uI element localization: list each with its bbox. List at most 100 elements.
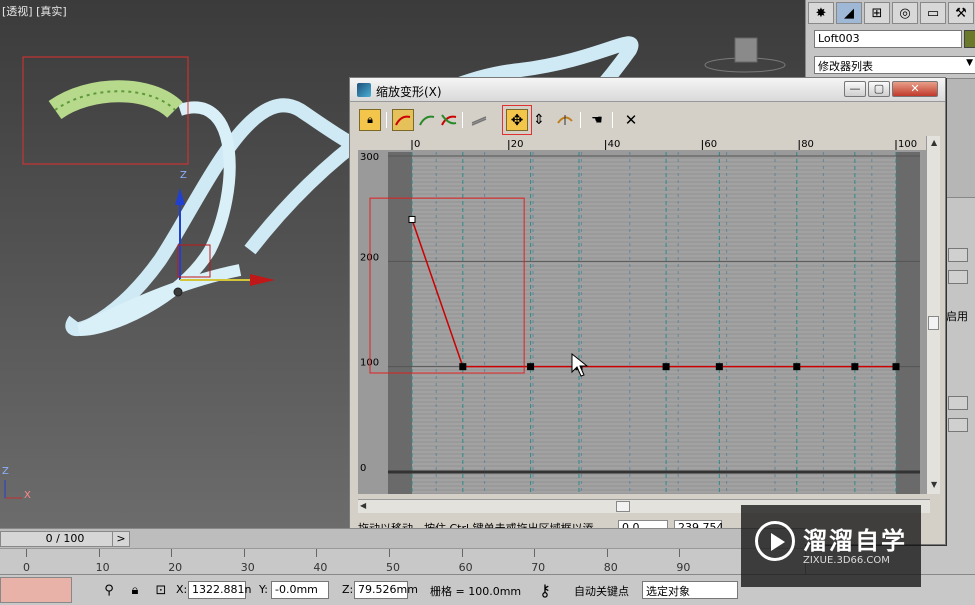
gizmo-z-label: Z: [180, 170, 187, 181]
y-coordinate-field[interactable]: -0.0mm: [271, 581, 329, 599]
control-point[interactable]: [527, 363, 535, 371]
pin-icon[interactable]: ⚲: [100, 581, 118, 599]
y-tick-label: 300: [360, 152, 379, 163]
time-tick-label: 50: [386, 561, 400, 574]
viewcube[interactable]: [734, 37, 758, 63]
loft-tail: [77, 101, 242, 336]
title-bar[interactable]: 缩放变形(X) — ▢ ✕: [350, 78, 945, 102]
maximize-button[interactable]: ▢: [868, 81, 890, 97]
time-tick-mark: [98, 549, 100, 557]
insert-corner-point-button[interactable]: [554, 109, 576, 131]
deformation-graph[interactable]: 0 20 40 60 80 100 300 200 100 0: [358, 136, 930, 494]
control-point[interactable]: [851, 363, 859, 371]
swap-curves-button[interactable]: [468, 109, 490, 131]
hierarchy-icon: ⊞: [871, 5, 883, 21]
auto-key-button[interactable]: 自动关键点: [574, 583, 629, 599]
delete-control-point-button[interactable]: ✕: [620, 109, 642, 131]
modify-tab[interactable]: ◢: [836, 2, 862, 24]
lock-selection-icon[interactable]: 🔒︎: [126, 581, 144, 599]
dialog-toolbar: 🔒︎ ✥ ⇕ ☚ ✕: [356, 105, 940, 135]
vertical-scroll-thumb[interactable]: [928, 316, 939, 330]
minimize-button[interactable]: —: [844, 81, 866, 97]
move-icon: ✥: [510, 111, 524, 129]
reset-curve-button[interactable]: ☚: [586, 109, 608, 131]
panel-control[interactable]: [948, 418, 968, 432]
x-tick-label: 100: [898, 139, 917, 150]
selection-set-field[interactable]: 选定对象: [642, 581, 738, 599]
modify-icon: ◢: [844, 5, 854, 21]
move-control-point-button[interactable]: ✥: [502, 105, 532, 135]
display-x-axis-button[interactable]: [392, 109, 414, 131]
time-tick-mark: [316, 549, 318, 557]
vertical-scrollbar[interactable]: ▲ ▼: [926, 136, 940, 494]
modifier-list-label: 修改器列表: [818, 60, 873, 73]
dialog-title: 缩放变形(X): [376, 85, 442, 99]
horizontal-scroll-thumb[interactable]: [616, 501, 630, 512]
enable-label: 启用: [946, 310, 968, 323]
object-name-field[interactable]: Loft003: [814, 30, 962, 48]
app-icon: [357, 83, 371, 97]
time-slider[interactable]: 0 / 100: [0, 531, 130, 547]
watermark-url: ZIXUE.3D66.COM: [803, 555, 890, 566]
control-point[interactable]: [892, 363, 900, 371]
control-point[interactable]: [459, 363, 467, 371]
create-tab[interactable]: ✸: [808, 2, 834, 24]
maxscript-listener[interactable]: [0, 577, 72, 603]
gizmo-x-arrow: [250, 274, 275, 286]
graph-x-ruler: [358, 136, 930, 150]
x-tick-label: 80: [801, 139, 814, 150]
graph-canvas[interactable]: 0 20 40 60 80 1003002001000: [358, 136, 930, 494]
scale-control-point-button[interactable]: ⇕: [528, 109, 550, 131]
close-button[interactable]: ✕: [892, 81, 938, 97]
display-tab[interactable]: ▭: [920, 2, 946, 24]
time-tick-label: 70: [531, 561, 546, 574]
viewport-label[interactable]: [透视] [真实]: [2, 3, 67, 19]
time-tick-label: 90: [676, 561, 691, 574]
utilities-tab[interactable]: ⚒: [948, 2, 974, 24]
scale-deformation-dialog[interactable]: 缩放变形(X) — ▢ ✕ 🔒︎ ✥ ⇕ ☚ ✕ 0 20 40 60 80 1…: [349, 77, 946, 545]
panel-control[interactable]: [948, 248, 968, 262]
display-y-axis-button[interactable]: [416, 109, 438, 131]
motion-icon: ◎: [899, 5, 911, 21]
panel-control[interactable]: [948, 270, 968, 284]
grid-size-label: 栅格 = 100.0mm: [430, 585, 522, 598]
hierarchy-tab[interactable]: ⊞: [864, 2, 890, 24]
control-point[interactable]: [793, 363, 801, 371]
time-tick-label: 40: [313, 561, 328, 574]
scroll-down-icon[interactable]: ▼: [931, 480, 937, 489]
scroll-up-icon[interactable]: ▲: [931, 138, 937, 147]
chevron-down-icon: ▼: [966, 58, 973, 68]
timeline[interactable]: 0 / 100 >: [0, 528, 805, 548]
x-tick-label: 20: [511, 139, 524, 150]
control-point[interactable]: [715, 363, 723, 371]
time-tick-label: 30: [240, 561, 255, 574]
control-point[interactable]: [408, 215, 416, 223]
play-icon: [771, 533, 785, 551]
time-tick-label: 0: [23, 561, 30, 574]
z-coordinate-field[interactable]: 79.526mm: [354, 581, 418, 599]
utilities-icon: ⚒: [955, 5, 967, 21]
control-point[interactable]: [662, 363, 670, 371]
x-tick-label: 40: [608, 139, 621, 150]
watermark-title: 溜溜自学: [803, 527, 907, 555]
time-tick-mark: [606, 549, 608, 557]
watermark-logo: [755, 521, 795, 561]
display-xy-axes-button[interactable]: [438, 109, 460, 131]
next-frame-button[interactable]: >: [112, 531, 130, 547]
watermark: 溜溜自学 ZIXUE.3D66.COM: [741, 505, 921, 587]
motion-tab[interactable]: ◎: [892, 2, 918, 24]
panel-control[interactable]: [948, 396, 968, 410]
gizmo-pivot: [173, 287, 183, 297]
time-ruler[interactable]: 0 10 20 30 40 50 60 70 80 90: [0, 548, 805, 574]
corner-axis-x-label: X: [24, 490, 31, 501]
x-coordinate-field[interactable]: 1322.881n: [188, 581, 251, 599]
make-symmetrical-button[interactable]: 🔒︎: [359, 109, 381, 131]
scroll-left-icon[interactable]: ◀: [360, 501, 366, 510]
time-tick-mark: [679, 549, 681, 557]
curve-green-icon: [419, 115, 435, 126]
absolute-mode-icon[interactable]: ⊡: [152, 581, 170, 599]
modifier-list-dropdown[interactable]: 修改器列表 ▼: [814, 56, 975, 74]
key-icon[interactable]: ⚷: [536, 581, 554, 600]
object-color-swatch[interactable]: [964, 30, 975, 48]
delete-icon: ✕: [624, 111, 638, 129]
